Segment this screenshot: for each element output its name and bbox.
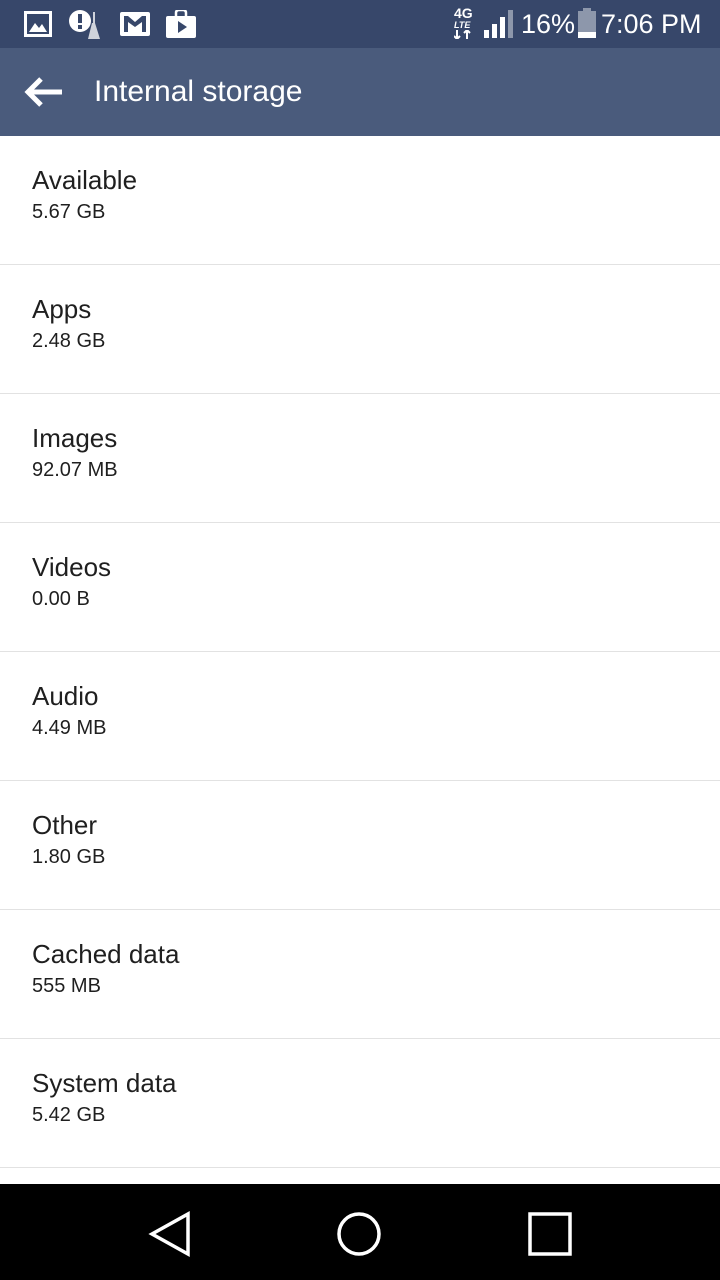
storage-item-value: 5.67 GB — [32, 201, 106, 223]
storage-item-label: System data — [32, 1068, 177, 1098]
status-bar: 4G LTE 16% 7:06 PM — [0, 0, 720, 48]
app-bar: Internal storage — [0, 48, 720, 136]
storage-item-label: Videos — [32, 552, 112, 582]
nav-back-button[interactable] — [138, 1202, 202, 1266]
storage-item-label: Cached data — [32, 939, 180, 969]
navigation-bar — [0, 1184, 720, 1280]
play-store-icon — [166, 10, 196, 38]
alert-cleaner-icon — [68, 10, 104, 39]
storage-item-videos[interactable]: Videos 0.00 B — [0, 523, 720, 652]
storage-item-value: 92.07 MB — [32, 459, 118, 481]
storage-item-apps[interactable]: Apps 2.48 GB — [0, 265, 720, 394]
network-4g-lte-icon: 4G LTE — [454, 6, 480, 40]
storage-item-available[interactable]: Available 5.67 GB — [0, 136, 720, 265]
storage-item-value: 0.00 B — [32, 588, 90, 610]
storage-item-value: 555 MB — [32, 975, 101, 997]
network-sub-label: LTE — [454, 20, 471, 30]
storage-item-audio[interactable]: Audio 4.49 MB — [0, 652, 720, 781]
storage-item-label: Other — [32, 810, 98, 840]
gallery-icon — [24, 10, 52, 38]
back-button[interactable] — [14, 62, 74, 122]
clock: 7:06 PM — [601, 8, 702, 39]
gmail-icon — [120, 10, 150, 38]
storage-item-label: Available — [32, 165, 138, 195]
nav-back-icon — [148, 1211, 190, 1257]
storage-item-value: 2.48 GB — [32, 330, 106, 352]
network-label: 4G — [454, 5, 473, 21]
nav-home-icon — [337, 1212, 381, 1256]
storage-item-images[interactable]: Images 92.07 MB — [0, 394, 720, 523]
storage-list: Available 5.67 GB Apps 2.48 GB Images 92… — [0, 136, 720, 1184]
signal-icon — [484, 10, 514, 38]
battery-icon — [578, 8, 596, 38]
battery-percent: 16% — [521, 8, 576, 39]
nav-home-button[interactable] — [327, 1202, 391, 1266]
storage-item-label: Audio — [32, 681, 99, 711]
storage-item-label: Images — [32, 423, 118, 453]
nav-recents-button[interactable] — [518, 1202, 582, 1266]
storage-item-value: 1.80 GB — [32, 846, 106, 868]
storage-item-label: Apps — [32, 294, 92, 324]
page-title: Internal storage — [94, 75, 303, 108]
storage-item-other[interactable]: Other 1.80 GB — [0, 781, 720, 910]
arrow-back-icon — [24, 77, 62, 107]
storage-item-value: 4.49 MB — [32, 717, 107, 739]
nav-recents-icon — [528, 1212, 572, 1256]
storage-item-cached-data[interactable]: Cached data 555 MB — [0, 910, 720, 1039]
storage-item-value: 5.42 GB — [32, 1104, 106, 1126]
storage-item-system-data[interactable]: System data 5.42 GB — [0, 1039, 720, 1168]
